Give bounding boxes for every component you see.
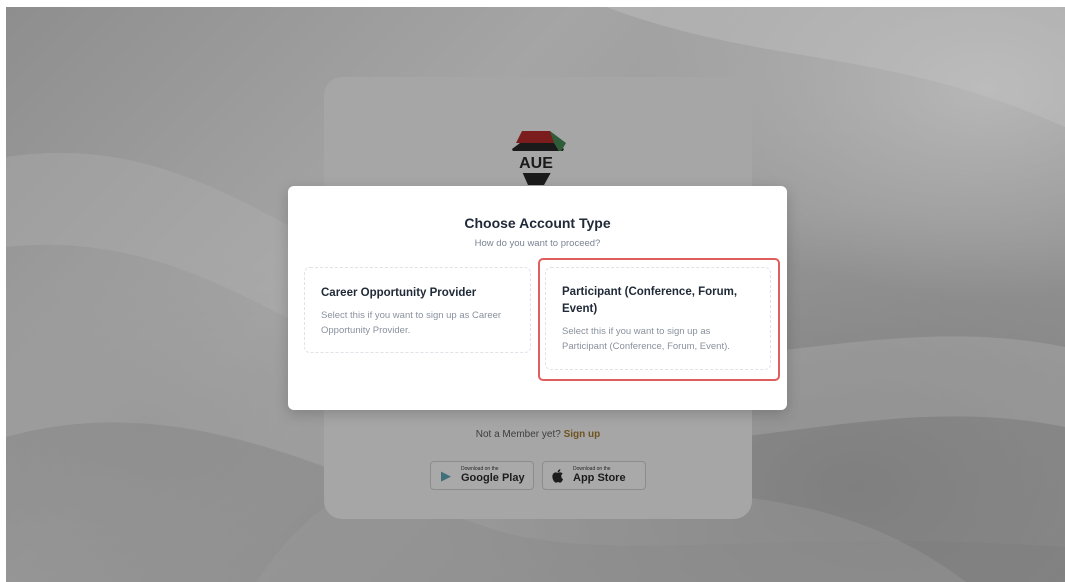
member-prompt: Not a Member yet? [475,429,561,440]
option-title: Participant (Conference, Forum, Event) [562,286,738,315]
modal-subtitle: How do you want to proceed? [474,238,601,249]
option-title: Career Opportunity Provider [321,287,477,299]
aue-logo: AUE [506,131,566,185]
google-play-icon: ▶ [441,467,451,483]
signup-link[interactable]: Sign up [564,429,601,440]
app-store-button[interactable]: Download on the App Store [542,461,646,490]
apple-icon [552,469,564,483]
choose-account-type-modal: Choose Account Type How do you want to p… [288,186,787,410]
option-description: Select this if you want to sign up as Ca… [321,310,502,336]
career-opportunity-provider-option[interactable]: Career Opportunity Provider Select this … [304,267,531,353]
app-store-label: App Store [573,472,626,484]
option-description: Select this if you want to sign up as Pa… [562,326,730,352]
google-play-button[interactable]: ▶ Download on the Google Play [430,461,534,490]
member-signup-line: Not a Member yet? Sign up [324,429,752,440]
modal-title: Choose Account Type [464,215,611,231]
google-play-label: Google Play [461,472,525,484]
store-buttons: ▶ Download on the Google Play Download o… [324,461,752,490]
svg-text:AUE: AUE [519,155,553,172]
participant-option[interactable]: Participant (Conference, Forum, Event) S… [545,267,771,370]
